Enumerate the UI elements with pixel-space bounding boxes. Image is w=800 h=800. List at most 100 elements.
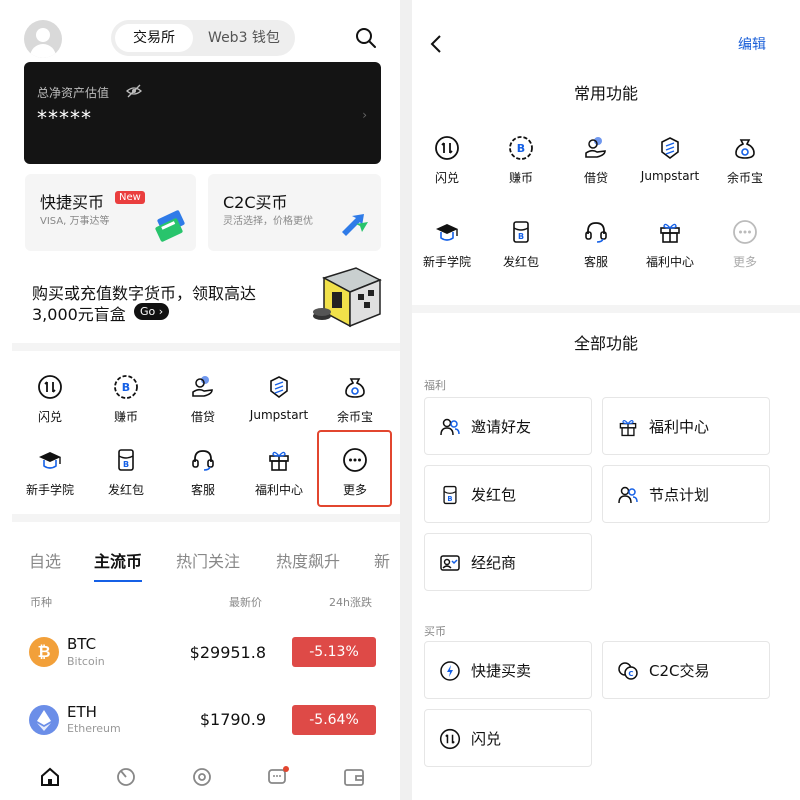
back-icon[interactable] — [426, 32, 446, 56]
promo-line2: 3,000元盲盒 — [32, 305, 126, 324]
swap-icon — [434, 135, 460, 161]
c2c-buy-subtitle: 灵活选择，价格更优 — [223, 216, 313, 227]
function-item-savings[interactable]: 余币宝 — [322, 374, 388, 425]
change-badge[interactable]: -5.64% — [292, 705, 376, 735]
home-icon[interactable] — [38, 765, 62, 789]
exchange-arrows-icon — [342, 214, 368, 238]
savings-icon — [732, 135, 758, 161]
function-item-swap[interactable]: 闪兑 — [17, 374, 83, 425]
invite-friends-button[interactable]: 邀请好友 — [424, 397, 592, 455]
function-label: 余币宝 — [726, 171, 763, 185]
tab-exchange[interactable]: 交易所 — [115, 24, 193, 52]
function-label: 更多 — [732, 255, 757, 269]
function-item-more[interactable]: 更多 — [712, 219, 778, 270]
red-packet-icon: B — [439, 484, 461, 506]
function-item-savings[interactable]: 余币宝 — [712, 135, 778, 186]
button-label: 发红包 — [471, 486, 517, 504]
svg-text:B: B — [123, 460, 129, 469]
tab-web3-wallet[interactable]: Web3 钱包 — [197, 24, 291, 52]
function-item-rewards-center[interactable]: 福利中心 — [246, 447, 312, 498]
function-item-red-packet[interactable]: B 发红包 — [488, 219, 554, 270]
coin-price: $1790.9 — [199, 710, 266, 729]
quick-buy-subtitle: VISA, 万事达等 — [40, 216, 110, 227]
mystery-box-icon — [313, 267, 382, 328]
function-item-jumpstart[interactable]: Jumpstart — [246, 374, 312, 422]
function-item-rewards-center[interactable]: 福利中心 — [637, 219, 703, 270]
function-label: 新手学院 — [422, 255, 471, 269]
tab-new[interactable]: 新 — [374, 548, 390, 572]
c2c-trade-icon: C — [617, 660, 639, 682]
function-label: 发红包 — [107, 483, 144, 497]
function-item-academy[interactable]: 新手学院 — [17, 447, 83, 498]
c2c-trade-button[interactable]: C C2C交易 — [602, 641, 770, 699]
function-label: 借贷 — [583, 171, 608, 185]
function-item-earn[interactable]: B 赚币 — [488, 135, 554, 186]
function-label: 发红包 — [502, 255, 539, 269]
function-label: 福利中心 — [645, 255, 694, 269]
card-payment-icon — [155, 210, 185, 242]
edit-button[interactable]: 编辑 — [738, 34, 766, 54]
function-item-red-packet[interactable]: B 发红包 — [93, 447, 159, 498]
coin-name: Ethereum — [67, 722, 121, 735]
rewards-center-button[interactable]: 福利中心 — [602, 397, 770, 455]
function-item-earn[interactable]: B 赚币 — [93, 374, 159, 425]
trade-icon[interactable] — [190, 765, 214, 789]
button-label: C2C交易 — [649, 662, 710, 680]
chat-icon[interactable] — [266, 765, 290, 789]
function-item-customer-service[interactable]: 客服 — [170, 447, 236, 498]
asset-card[interactable]: 总净资产估值 ***** › — [24, 62, 381, 164]
quick-buy-card[interactable]: 快捷买币 New VISA, 万事达等 — [25, 174, 196, 251]
function-item-jumpstart[interactable]: Jumpstart — [637, 135, 703, 183]
function-item-swap[interactable]: 闪兑 — [414, 135, 480, 186]
node-plan-button[interactable]: 节点计划 — [602, 465, 770, 523]
function-item-loan[interactable]: 借贷 — [563, 135, 629, 186]
swap-icon — [37, 374, 63, 400]
change-badge[interactable]: -5.13% — [292, 637, 376, 667]
function-item-loan[interactable]: 借贷 — [170, 374, 236, 425]
loan-icon — [583, 135, 609, 161]
function-item-customer-service[interactable]: 客服 — [563, 219, 629, 270]
broker-button[interactable]: 经纪商 — [424, 533, 592, 591]
section-buy-title: 买币 — [424, 625, 446, 638]
function-label: 客服 — [583, 255, 608, 269]
svg-text:B: B — [517, 142, 525, 155]
button-label: 福利中心 — [649, 418, 710, 436]
avatar[interactable] — [24, 20, 62, 58]
headset-icon — [190, 447, 216, 473]
chevron-right-icon: › — [362, 108, 367, 122]
academy-icon — [434, 219, 460, 245]
svg-text:C: C — [628, 670, 633, 678]
function-label: 赚币 — [113, 410, 138, 424]
function-label: Jumpstart — [249, 408, 309, 422]
market-icon[interactable] — [114, 765, 138, 789]
tab-trending[interactable]: 热度飙升 — [276, 548, 340, 572]
tab-mainstream[interactable]: 主流币 — [94, 548, 142, 572]
button-label: 邀请好友 — [471, 418, 532, 436]
section-divider — [12, 514, 400, 522]
mode-switch: 交易所 Web3 钱包 — [111, 20, 295, 56]
function-label: 借贷 — [190, 410, 215, 424]
loan-icon — [190, 374, 216, 400]
coin-price: $29951.8 — [189, 643, 266, 662]
wallet-icon[interactable] — [342, 765, 366, 789]
coin-symbol: BTC — [67, 635, 97, 653]
function-label: 新手学院 — [25, 483, 74, 497]
tab-hot[interactable]: 热门关注 — [176, 548, 240, 572]
jumpstart-icon — [266, 374, 292, 400]
function-item-academy[interactable]: 新手学院 — [414, 219, 480, 270]
more-icon — [732, 219, 758, 245]
search-icon[interactable] — [354, 26, 378, 50]
quick-trade-button[interactable]: 快捷买卖 — [424, 641, 592, 699]
active-tab-indicator — [94, 580, 142, 582]
quick-trade-icon — [439, 660, 461, 682]
broker-icon — [439, 552, 461, 574]
earn-icon: B — [113, 374, 139, 400]
all-functions-title: 全部功能 — [573, 334, 638, 353]
swap-button[interactable]: 闪兑 — [424, 709, 592, 767]
eth-icon — [29, 705, 59, 735]
tab-favorites[interactable]: 自选 — [29, 548, 61, 572]
c2c-buy-card[interactable]: C2C买币 灵活选择，价格更优 — [208, 174, 381, 251]
go-button[interactable]: Go › — [134, 303, 170, 320]
eye-off-icon[interactable] — [126, 83, 142, 99]
red-packet-button[interactable]: B 发红包 — [424, 465, 592, 523]
